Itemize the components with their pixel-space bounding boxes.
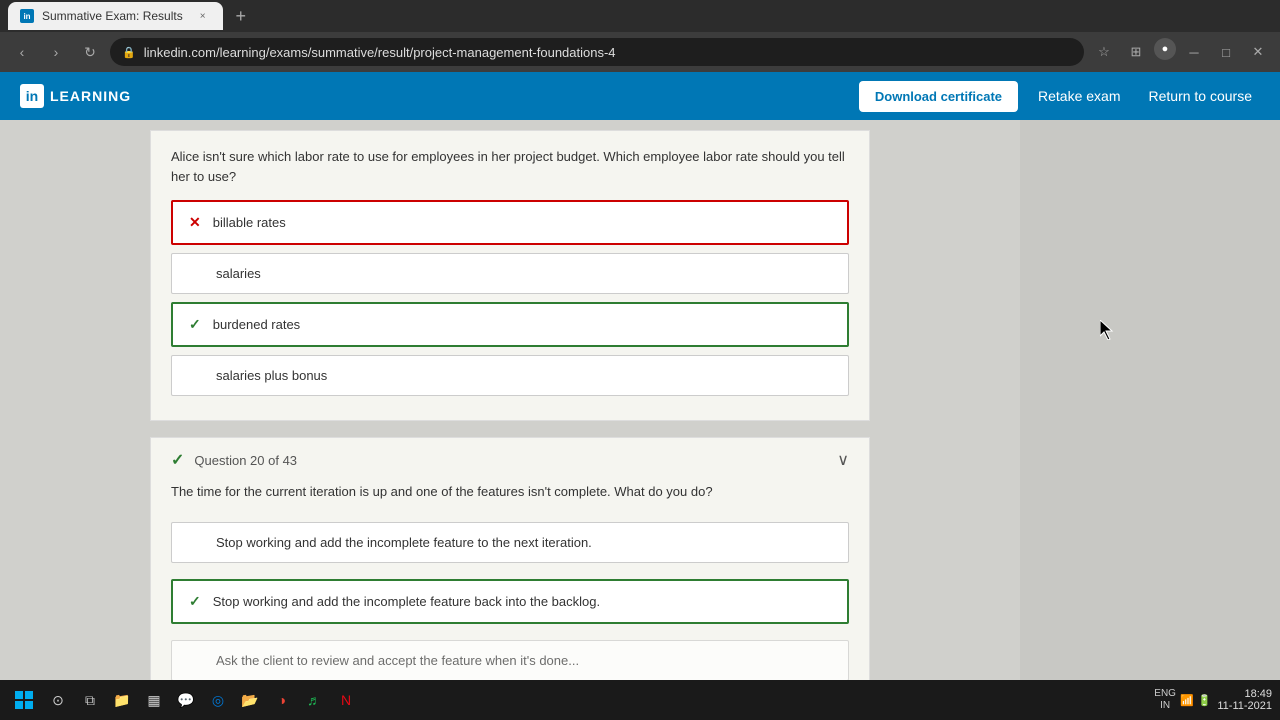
answer-text: salaries: [216, 266, 261, 281]
back-button[interactable]: ‹: [8, 38, 36, 66]
language-indicator: ENGIN: [1154, 688, 1176, 712]
answer-option: ✕ billable rates: [171, 200, 849, 245]
browser-tab[interactable]: in Summative Exam: Results ×: [8, 2, 223, 30]
linkedin-navbar: in LEARNING Download certificate Retake …: [0, 72, 1280, 120]
answer-option: ✓ burdened rates: [171, 302, 849, 347]
address-bar[interactable]: 🔒 linkedin.com/learning/exams/summative/…: [110, 38, 1084, 66]
time-display: 18:49: [1217, 688, 1272, 700]
correct-icon: ✓: [189, 316, 201, 333]
question-20-text: The time for the current iteration is up…: [171, 482, 849, 502]
url-text: linkedin.com/learning/exams/summative/re…: [144, 45, 616, 60]
refresh-button[interactable]: ↻: [76, 38, 104, 66]
question-19-text: Alice isn't sure which labor rate to use…: [171, 147, 849, 186]
search-taskbar-icon[interactable]: ⊙: [44, 686, 72, 714]
tab-title: Summative Exam: Results: [42, 9, 183, 23]
incorrect-icon: ✕: [189, 214, 201, 231]
side-panel: [1020, 120, 1280, 680]
minimize-button[interactable]: ─: [1180, 38, 1208, 66]
question-19-card: Alice isn't sure which labor rate to use…: [150, 130, 870, 421]
answer-option: Stop working and add the incomplete feat…: [171, 522, 849, 563]
wifi-icon: 📶: [1180, 694, 1194, 707]
answer-text: Stop working and add the incomplete feat…: [216, 535, 592, 550]
linkedin-logo-box: in: [20, 84, 44, 108]
profile-icon[interactable]: ●: [1154, 38, 1176, 60]
answer-text: Ask the client to review and accept the …: [216, 653, 579, 668]
retake-exam-button[interactable]: Retake exam: [1030, 84, 1128, 108]
system-icons: ENGIN 📶 🔋: [1154, 688, 1211, 712]
taskbar-system-area: ENGIN 📶 🔋 18:49 11-11-2021: [1154, 688, 1272, 712]
learning-label: LEARNING: [50, 88, 131, 104]
answer-option: salaries plus bonus: [171, 355, 849, 396]
edge-icon[interactable]: ◎: [204, 686, 232, 714]
forward-button[interactable]: ›: [42, 38, 70, 66]
netflix-icon[interactable]: N: [332, 686, 360, 714]
correct-icon: ✓: [189, 593, 201, 610]
question-20-label: Question 20 of 43: [194, 453, 297, 468]
answer-text: Stop working and add the incomplete feat…: [213, 594, 600, 609]
start-button[interactable]: [8, 684, 40, 716]
nav-actions: Download certificate Retake exam Return …: [859, 81, 1260, 112]
spotify-icon[interactable]: ♬: [300, 686, 328, 714]
question-20-header[interactable]: ✓ Question 20 of 43 ∨: [151, 438, 869, 482]
files-icon[interactable]: 📁: [108, 686, 136, 714]
answer-option: salaries: [171, 253, 849, 294]
linkedin-favicon: in: [20, 9, 34, 23]
browser-window: in Summative Exam: Results × + ‹ › ↻ 🔒 l…: [0, 0, 1280, 720]
tab-close-button[interactable]: ×: [195, 8, 211, 24]
teams-icon[interactable]: 💬: [172, 686, 200, 714]
chrome-icon[interactable]: ◑: [268, 686, 296, 714]
maximize-button[interactable]: □: [1212, 38, 1240, 66]
answer-option: Ask the client to review and accept the …: [171, 640, 849, 681]
close-window-button[interactable]: ✕: [1244, 38, 1272, 66]
linkedin-logo: in LEARNING: [20, 84, 131, 108]
question-20-expand-icon[interactable]: ∨: [837, 450, 849, 470]
toolbar-icons: ☆ ⊞ ● ─ □ ✕: [1090, 38, 1272, 66]
lock-icon: 🔒: [122, 46, 136, 59]
taskview-icon[interactable]: ⧉: [76, 686, 104, 714]
explorer-icon[interactable]: 📂: [236, 686, 264, 714]
new-tab-button[interactable]: +: [227, 2, 255, 30]
extensions-icon[interactable]: ⊞: [1122, 38, 1150, 66]
answer-text: burdened rates: [213, 317, 300, 332]
browser-toolbar: ‹ › ↻ 🔒 linkedin.com/learning/exams/summ…: [0, 32, 1280, 72]
question-20-check-icon: ✓: [171, 450, 184, 470]
download-certificate-button[interactable]: Download certificate: [859, 81, 1018, 112]
taskbar: ⊙ ⧉ 📁 ▦ 💬 ◎ 📂 ◑ ♬ N ENGIN 📶 🔋 18:49 11-1…: [0, 680, 1280, 720]
question-20-section: ✓ Question 20 of 43 ∨ The time for the c…: [150, 437, 870, 680]
answer-text: billable rates: [213, 215, 286, 230]
bookmark-icon[interactable]: ☆: [1090, 38, 1118, 66]
cursor-indicator: [1100, 320, 1112, 338]
date-display: 11-11-2021: [1217, 700, 1272, 712]
battery-icon: 🔋: [1198, 694, 1212, 707]
taskbar-clock: 18:49 11-11-2021: [1217, 688, 1272, 712]
widgets-icon[interactable]: ▦: [140, 686, 168, 714]
return-to-course-button[interactable]: Return to course: [1141, 84, 1261, 108]
browser-titlebar: in Summative Exam: Results × +: [0, 0, 1280, 32]
answer-text: salaries plus bonus: [216, 368, 327, 383]
answer-option: ✓ Stop working and add the incomplete fe…: [171, 579, 849, 624]
